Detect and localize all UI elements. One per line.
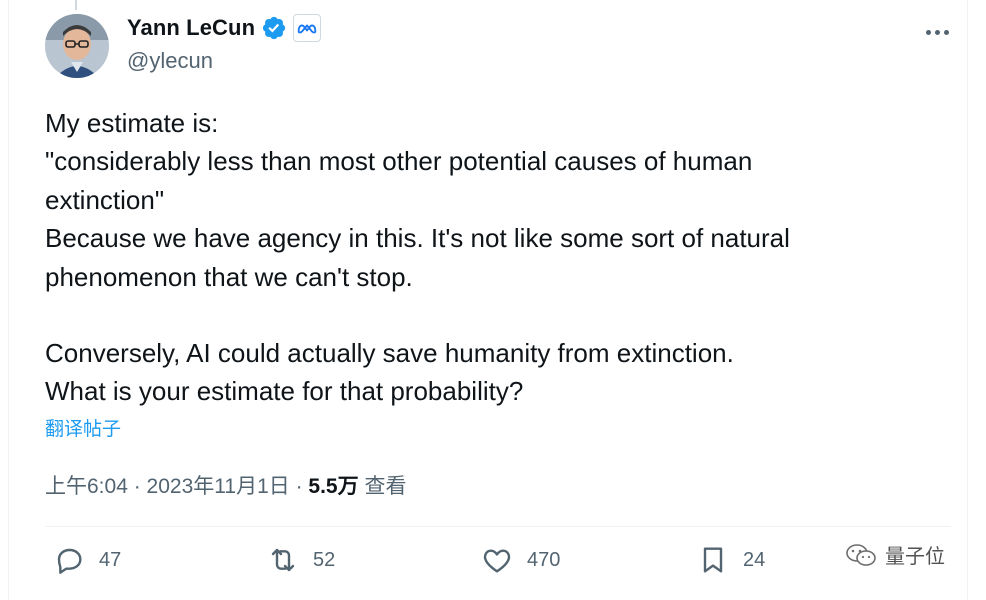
thread-connector-line [75,0,77,10]
tweet-line: My estimate is: [45,108,219,138]
bookmark-icon [703,547,723,573]
tweet-line: "considerably less than most other poten… [45,146,753,177]
more-dot [934,29,940,35]
avatar-image [45,14,109,78]
more-options-icon[interactable] [923,24,951,40]
tweet-line: phenomenon that we can't stop. [45,261,413,292]
action-bar: 47 52 470 24 [45,544,951,588]
tweet-line: What is your estimate for that probabili… [45,376,524,407]
tweet-text: My estimate is: "considerably less than … [45,104,925,411]
meta-logo-icon[interactable] [293,14,322,42]
watermark: 量子位 [845,540,945,569]
reply-button[interactable]: 47 [53,544,121,576]
repost-button[interactable]: 52 [267,544,335,576]
views-count: 5.5万 [308,475,359,498]
post-time[interactable]: 上午6:04 [45,475,128,498]
reply-count: 47 [99,548,122,571]
tweet-card: Yann LeCun @ylecun My estimate is: "cons… [8,0,968,600]
tweet-line: extinction" [45,184,165,215]
verified-badge-icon [261,15,287,41]
wechat-icon [846,543,876,566]
repost-icon [271,548,295,572]
heart-icon [483,549,511,573]
watermark-label: 量子位 [885,546,945,568]
tweet-meta: 上午6:04 · 2023年11月1日 · 5.5万 查看 [45,470,406,500]
more-dot [925,29,931,35]
meta-separator: · [127,475,147,498]
translate-post-link[interactable]: 翻译帖子 [45,414,121,441]
divider [45,526,951,527]
like-count: 470 [527,548,561,571]
user-display-name[interactable]: Yann LeCun [127,15,255,41]
user-handle[interactable]: @ylecun [127,48,213,74]
post-date[interactable]: 2023年11月1日 [147,475,290,498]
tweet-line: Because we have agency in this. It's not… [45,223,790,254]
more-dot [943,29,949,35]
bookmark-button[interactable]: 24 [697,544,765,576]
user-name-row: Yann LeCun [127,14,322,42]
bookmark-count: 24 [743,548,766,571]
reply-icon [57,548,82,574]
views-label: 查看 [358,475,407,498]
meta-separator: · [289,475,309,498]
avatar[interactable] [45,14,109,78]
tweet-line: Conversely, AI could actually save human… [45,338,734,369]
like-button[interactable]: 470 [481,544,560,576]
repost-count: 52 [313,548,336,571]
